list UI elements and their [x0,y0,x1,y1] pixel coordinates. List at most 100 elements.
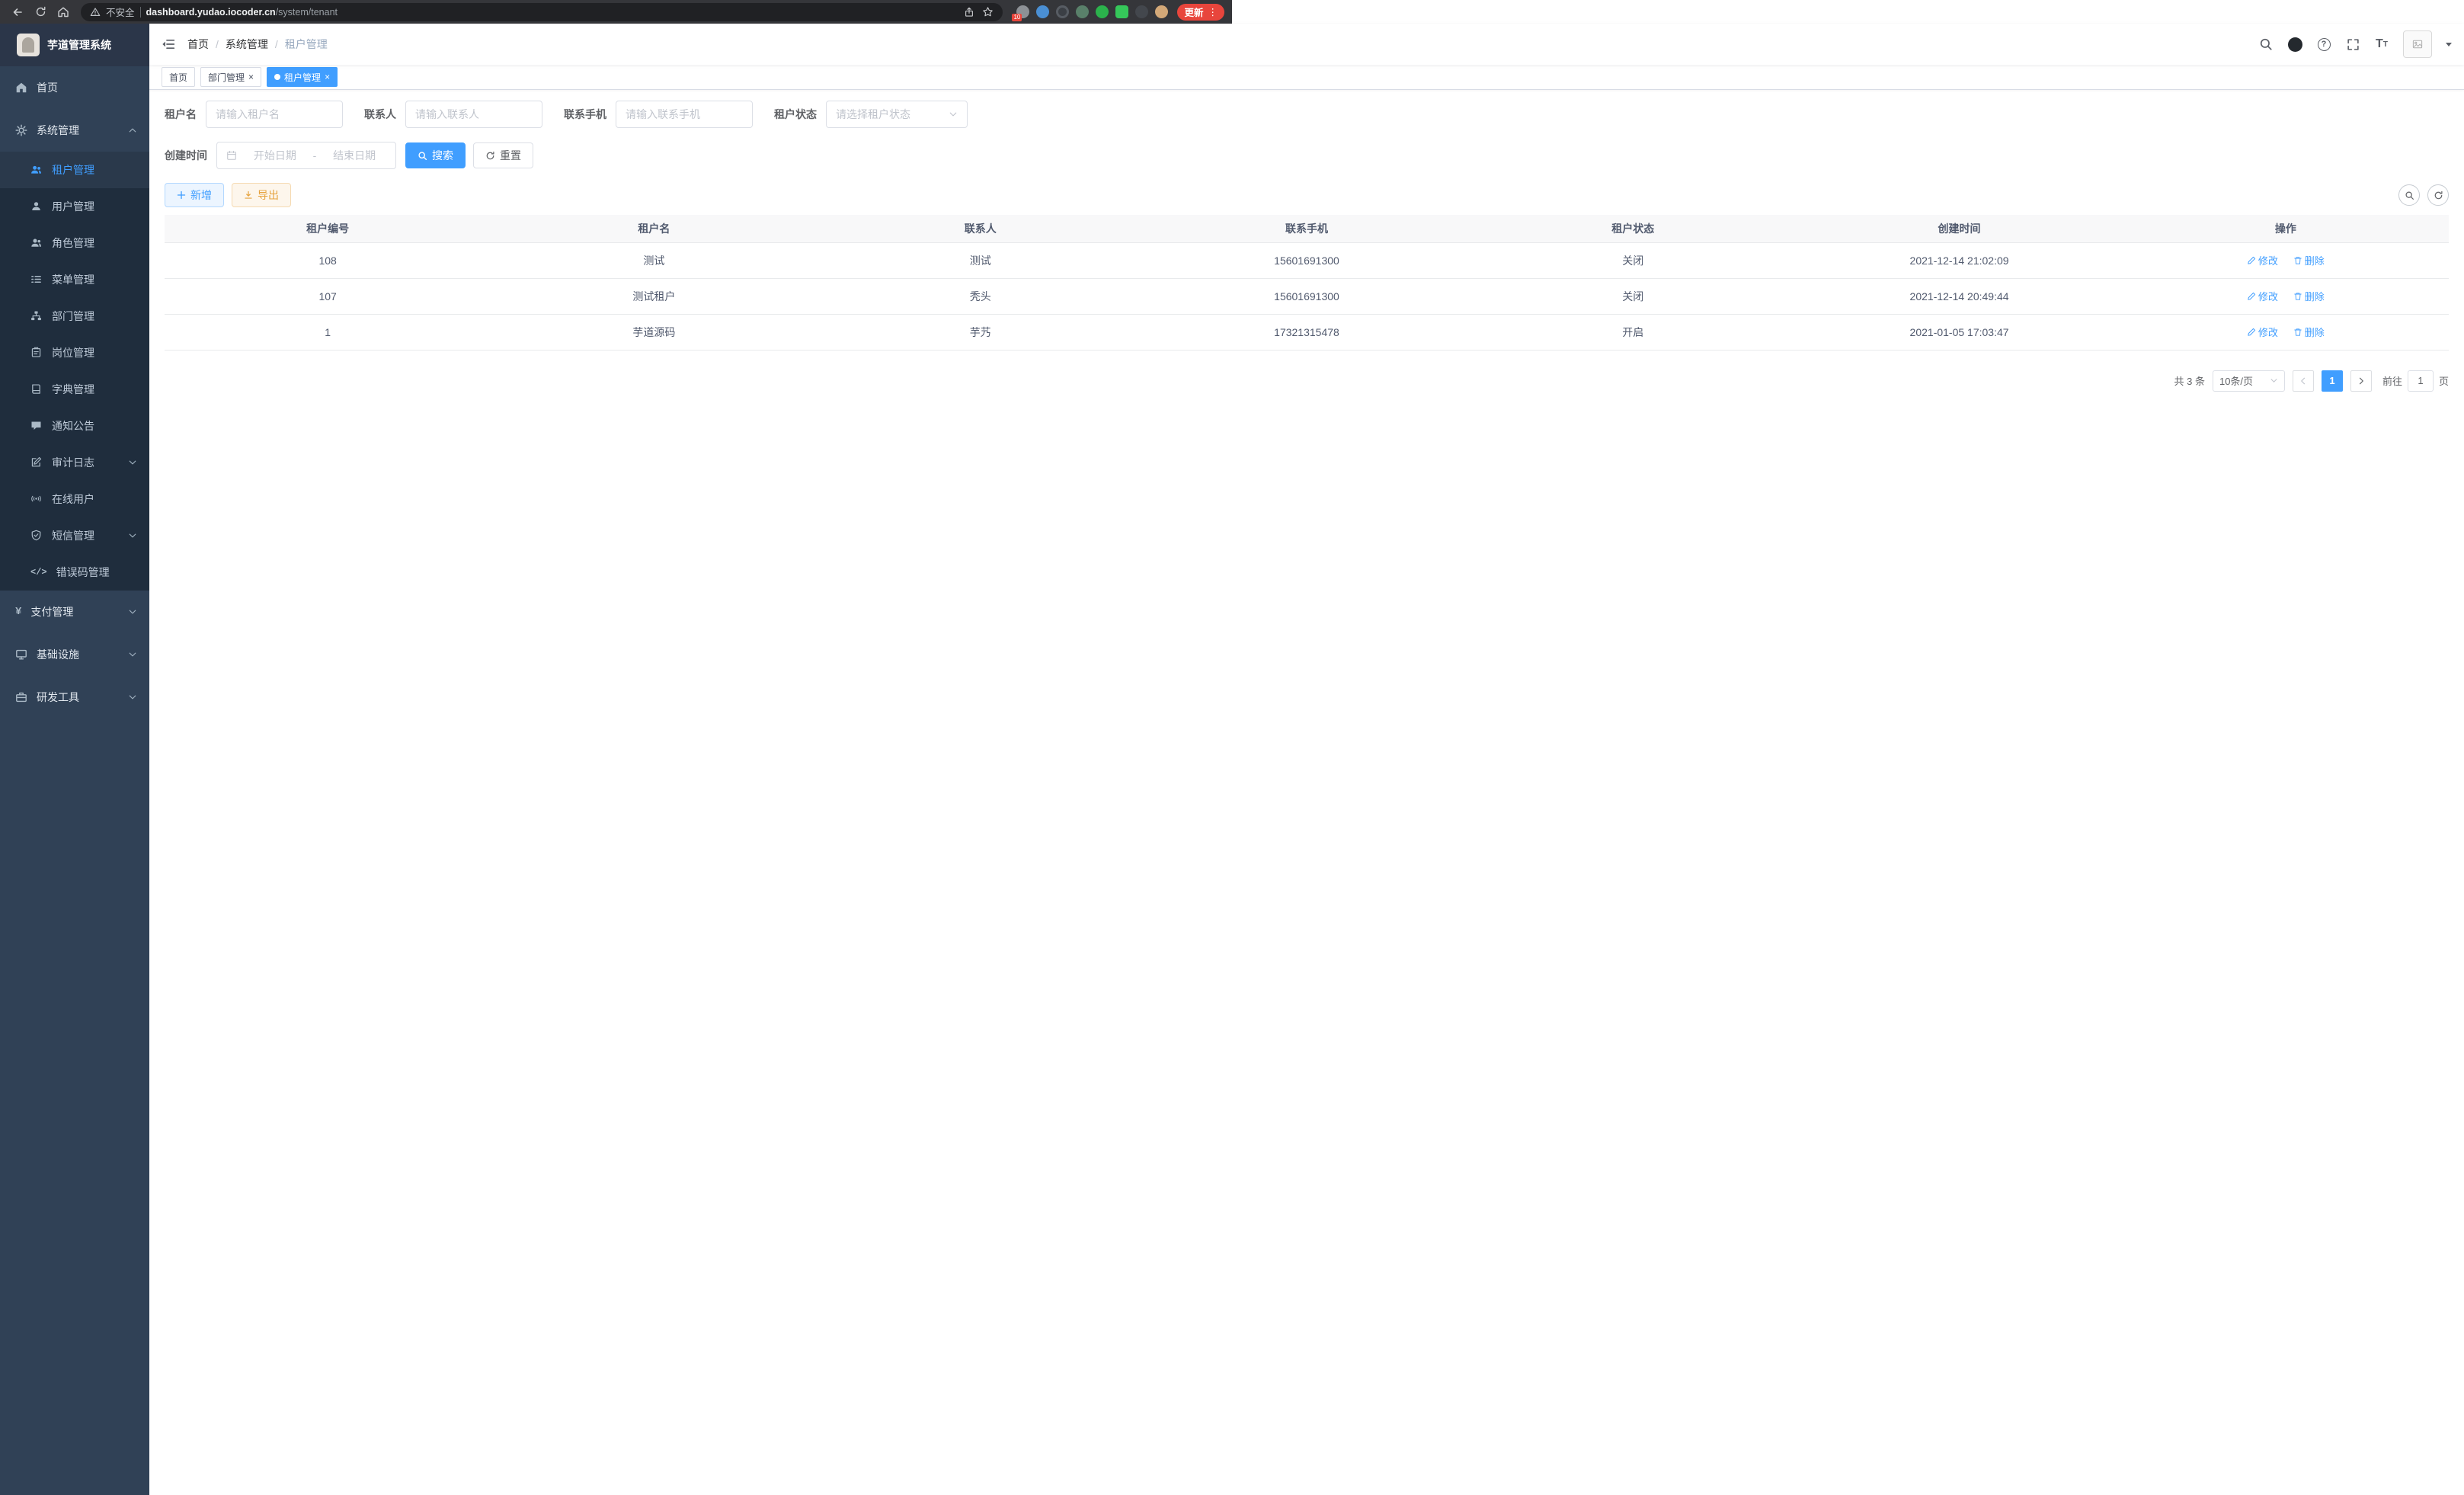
extension-icon[interactable] [1076,5,1089,18]
chevron-up-icon [128,126,137,135]
tab-home[interactable]: 首页 [162,67,195,87]
browser-reload-icon[interactable] [30,2,50,22]
cell-status: 关闭 [1470,242,1796,278]
chevron-down-icon [128,531,137,540]
sidebar-item-home[interactable]: 首页 [0,66,149,109]
help-icon[interactable]: ? [2316,37,2331,52]
browser-back-icon[interactable] [8,2,27,22]
table-header-row: 租户编号 租户名 联系人 联系手机 租户状态 创建时间 操作 [165,215,2449,242]
sidebar-item-payment[interactable]: ¥ 支付管理 [0,591,149,633]
user-icon [30,200,43,213]
tab-dept[interactable]: 部门管理 [200,67,261,87]
cell-tenant-name: 测试 [491,242,817,278]
cell-tenant-id: 107 [165,278,491,314]
sidebar-item-notice[interactable]: 通知公告 [0,408,149,444]
sidebar-item-audit-log[interactable]: 审计日志 [0,444,149,481]
phone-input[interactable] [626,108,743,120]
extension-icon[interactable] [1056,5,1069,18]
browser-menu-icon[interactable]: ⋮ [1208,6,1218,18]
next-page-button[interactable] [2350,370,2372,392]
address-bar[interactable]: 不安全 dashboard.yudao.iocoder.cn/system/te… [81,3,1003,21]
refresh-table-button[interactable] [2427,184,2449,206]
toggle-search-button[interactable] [2398,184,2420,206]
share-icon[interactable] [964,7,974,18]
search-icon[interactable] [2258,37,2274,52]
filter-tenant-name: 租户名 [165,101,343,128]
breadcrumb-item[interactable]: 系统管理 [226,37,268,52]
tab-label: 首页 [169,71,187,84]
column-header[interactable]: 联系人 [818,215,1144,242]
sidebar-item-label: 角色管理 [52,235,94,251]
cell-actions: 修改 删除 [2123,314,2449,350]
table-row[interactable]: 107 测试租户 秃头 15601691300 关闭 2021-12-14 20… [165,278,2449,314]
column-header[interactable]: 操作 [2123,215,2449,242]
page-number-button[interactable]: 1 [2322,370,2343,392]
goto-page-input[interactable] [2408,370,2434,392]
fullscreen-icon[interactable] [2345,37,2360,52]
sidebar-item-infrastructure[interactable]: 基础设施 [0,633,149,676]
edit-link[interactable]: 修改 [2247,325,2278,339]
app-title: 芋道管理系统 [47,37,111,53]
security-warning-icon [90,7,101,18]
column-header[interactable]: 租户状态 [1470,215,1796,242]
edit-link[interactable]: 修改 [2247,289,2278,303]
tab-tenant[interactable]: 租户管理 [267,67,338,87]
sidebar-item-tenant[interactable]: 租户管理 [0,152,149,188]
extension-icon[interactable] [1155,5,1168,18]
column-header[interactable]: 租户编号 [165,215,491,242]
add-button-label: 新增 [190,187,212,203]
table-row[interactable]: 108 测试 测试 15601691300 关闭 2021-12-14 21:0… [165,242,2449,278]
bookmark-star-icon[interactable] [982,6,994,18]
contact-input[interactable] [415,108,533,120]
reset-button[interactable]: 重置 [473,142,533,168]
browser-home-icon[interactable] [53,2,73,22]
extension-icon[interactable] [1115,5,1128,18]
column-header[interactable]: 租户名 [491,215,817,242]
search-button-label: 搜索 [432,148,453,163]
column-header[interactable]: 联系手机 [1144,215,1470,242]
sidebar-item-post[interactable]: 岗位管理 [0,335,149,371]
sidebar-item-dev-tools[interactable]: 研发工具 [0,676,149,719]
sidebar-item-label: 字典管理 [52,382,94,397]
sidebar-item-error-code[interactable]: </> 错误码管理 [0,554,149,591]
delete-link[interactable]: 删除 [2293,253,2325,267]
sidebar-item-role[interactable]: 角色管理 [0,225,149,261]
close-icon[interactable] [325,72,330,82]
search-button[interactable]: 搜索 [405,142,466,168]
status-select[interactable]: 请选择租户状态 [826,101,968,128]
sidebar-item-system[interactable]: 系统管理 [0,109,149,152]
close-icon[interactable] [248,72,254,82]
sidebar-item-dept[interactable]: 部门管理 [0,298,149,335]
sidebar-item-online-users[interactable]: 在线用户 [0,481,149,517]
page-size-select[interactable]: 10条/页 [2213,370,2285,392]
browser-update-button[interactable]: 更新 ⋮ [1177,4,1224,21]
sidebar-item-dict[interactable]: 字典管理 [0,371,149,408]
github-icon[interactable] [2287,37,2302,52]
export-button[interactable]: 导出 [232,183,291,207]
delete-link[interactable]: 删除 [2293,325,2325,339]
delete-link[interactable]: 删除 [2293,289,2325,303]
extension-icon[interactable] [1036,5,1049,18]
breadcrumb-separator: / [275,38,278,50]
column-header[interactable]: 创建时间 [1796,215,2122,242]
sidebar-collapse-icon[interactable] [162,37,175,51]
sidebar: 芋道管理系统 首页 系统管理 租户管理 用户管理 角色管 [0,24,149,1495]
avatar-caret-icon[interactable] [2446,43,2452,46]
breadcrumb-item[interactable]: 首页 [187,37,209,52]
sidebar-item-sms[interactable]: 短信管理 [0,517,149,554]
table-row[interactable]: 1 芋道源码 芋艿 17321315478 开启 2021-01-05 17:0… [165,314,2449,350]
date-range-picker[interactable]: 开始日期 - 结束日期 [216,142,396,169]
font-size-icon[interactable]: TT [2374,37,2389,52]
add-button[interactable]: 新增 [165,183,224,207]
extension-icon[interactable] [1096,5,1109,18]
chevron-down-icon [128,650,137,659]
sidebar-item-menu[interactable]: 菜单管理 [0,261,149,298]
tenant-name-input[interactable] [216,108,333,120]
filter-create-time: 创建时间 开始日期 - 结束日期 [165,142,396,169]
avatar[interactable] [2403,30,2432,58]
prev-page-button[interactable] [2293,370,2314,392]
edit-link[interactable]: 修改 [2247,253,2278,267]
extension-icon[interactable] [1016,5,1029,18]
extension-icon[interactable] [1135,5,1148,18]
sidebar-item-user[interactable]: 用户管理 [0,188,149,225]
